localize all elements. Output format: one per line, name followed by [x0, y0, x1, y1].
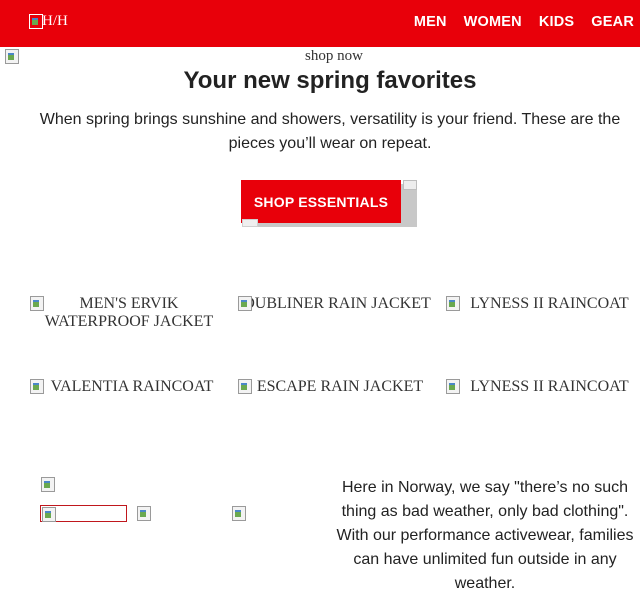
broken-image-icon [403, 180, 417, 190]
brand-story-text: Here in Norway, we say "there’s no such … [336, 479, 634, 592]
top-nav-bar: H/H MEN WOMEN KIDS GEAR [0, 0, 640, 47]
product-name: DUBLINER RAIN JACKET [243, 295, 431, 312]
product-tile[interactable]: LYNESS II RAINCOAT [445, 378, 640, 396]
product-name: MEN'S ERVIK WATERPROOF JACKET [44, 295, 214, 330]
logo-link[interactable]: H/H [28, 13, 68, 30]
broken-image-icon [231, 505, 247, 521]
broken-image-icon [29, 295, 45, 311]
product-name: ESCAPE RAIN JACKET [256, 378, 424, 395]
broken-image-icon [41, 506, 57, 522]
product-name: VALENTIA RAINCOAT [50, 378, 214, 395]
broken-image-icon [29, 378, 45, 394]
product-tile[interactable]: ESCAPE RAIN JACKET [237, 378, 427, 396]
product-tile[interactable]: LYNESS II RAINCOAT [445, 295, 640, 313]
nav-item-men[interactable]: MEN [414, 14, 447, 30]
broken-image-icon [237, 295, 253, 311]
product-name: LYNESS II RAINCOAT [470, 295, 629, 312]
product-name: LYNESS II RAINCOAT [470, 378, 629, 395]
gallery-main-image [40, 476, 56, 497]
gallery-thumbnail[interactable] [136, 505, 156, 522]
product-tile[interactable]: DUBLINER RAIN JACKET [237, 295, 437, 313]
gallery-thumbnail[interactable] [231, 505, 251, 522]
nav-item-kids[interactable]: KIDS [539, 14, 574, 30]
broken-image-icon [28, 13, 44, 29]
hero-image-alt: shop now [305, 48, 363, 64]
broken-image-icon [237, 378, 253, 394]
product-tile[interactable]: MEN'S ERVIK WATERPROOF JACKET [29, 295, 229, 331]
shop-essentials-button[interactable]: SHOP ESSENTIALS [241, 180, 401, 223]
shop-essentials-cta: SHOP ESSENTIALS [241, 180, 417, 227]
broken-image-icon [445, 378, 461, 394]
broken-image-icon [40, 476, 56, 492]
broken-image-icon [242, 219, 258, 227]
broken-image-icon [136, 505, 152, 521]
nav-item-women[interactable]: WOMEN [464, 14, 522, 30]
nav-item-gear[interactable]: GEAR [591, 14, 634, 30]
page-title: Your new spring favorites [183, 67, 477, 94]
main-nav: MEN WOMEN KIDS GEAR [414, 14, 634, 30]
logo-alt-text: H/H [42, 13, 68, 29]
gallery-thumbnail-active[interactable] [40, 505, 127, 522]
broken-image-icon [445, 295, 461, 311]
hero-image-link[interactable] [4, 48, 20, 64]
hero-subtitle: When spring brings sunshine and showers,… [39, 111, 621, 152]
broken-image-icon [4, 48, 20, 64]
product-tile[interactable]: VALENTIA RAINCOAT [29, 378, 219, 396]
